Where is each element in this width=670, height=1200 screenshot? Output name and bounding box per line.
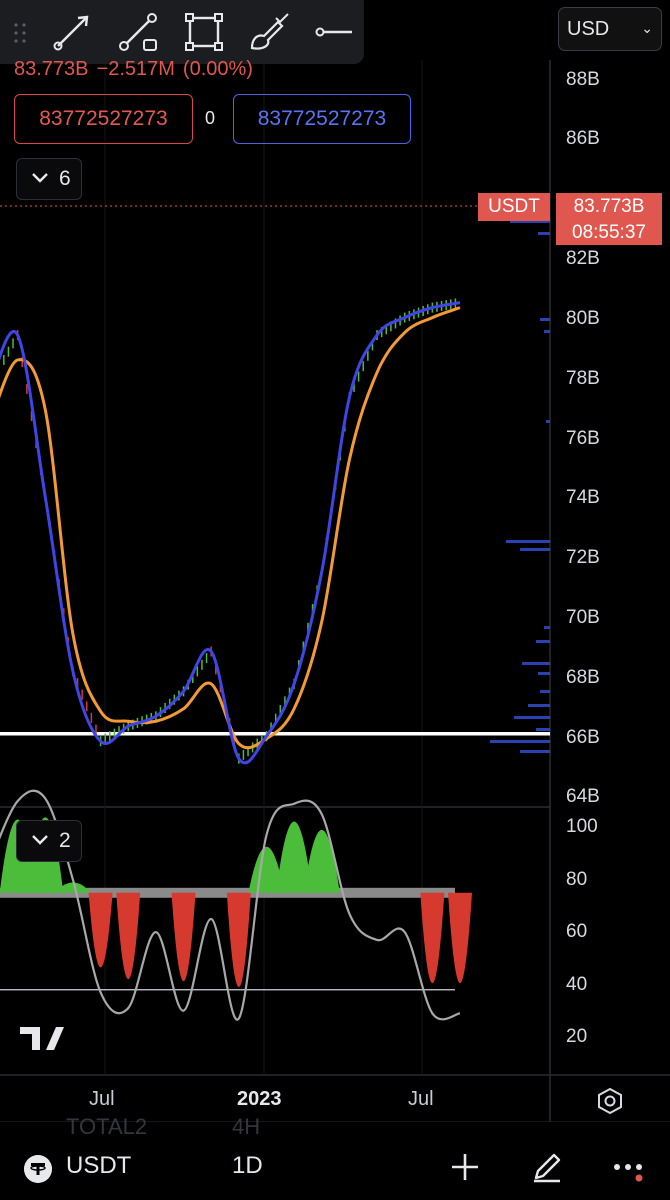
ohlc-readout: 83.773B −2.517M (0.00%)	[14, 58, 261, 81]
sub-indicators-count: 2	[59, 829, 71, 852]
volume-profile-bar	[520, 750, 550, 753]
oscillator-down-wave	[171, 892, 196, 982]
volume-profile-bar	[544, 626, 550, 629]
time-axis-label: Jul	[408, 1088, 434, 1110]
symbol-name[interactable]: USDT	[66, 1152, 131, 1180]
drag-grip-icon[interactable]	[12, 22, 28, 44]
price-axis-label: 68B	[566, 667, 600, 688]
ghost-interval: 4H	[232, 1114, 261, 1139]
value-input-right[interactable]: 83772527273	[233, 94, 411, 144]
chevron-down-icon	[32, 835, 48, 845]
price-axis-label: 80B	[566, 308, 600, 329]
price-axis-label: 82B	[566, 248, 600, 269]
volume-profile-bar	[538, 672, 550, 675]
price-axis-label: 88B	[566, 69, 600, 90]
volume-profile-bar	[540, 690, 550, 693]
volume-profile-bar	[490, 740, 550, 743]
time-axis-label: Jul	[89, 1088, 115, 1110]
volume-profile-bar	[536, 728, 550, 731]
oscillator-axis-label: 80	[566, 869, 588, 890]
plus-icon[interactable]	[448, 1150, 482, 1184]
symbol-price-tag: USDT	[478, 193, 550, 221]
brush-icon[interactable]	[246, 10, 290, 54]
oscillator-axis-label: 20	[566, 1026, 588, 1047]
interval-button[interactable]: 1D	[232, 1152, 263, 1180]
chart-canvas[interactable]	[0, 0, 670, 1200]
price-axis-label: 86B	[566, 128, 600, 149]
volume-profile-bar	[538, 232, 550, 235]
pencil-icon[interactable]	[530, 1150, 564, 1184]
volume-profile-bar	[514, 716, 550, 719]
chevron-down-icon: ⌄	[641, 20, 653, 36]
drawing-toolbar	[0, 0, 364, 64]
oscillator-down-wave	[448, 892, 472, 984]
volume-profile-bar	[520, 548, 550, 551]
more-icon[interactable]	[612, 1150, 646, 1184]
currency-label: USD	[567, 18, 610, 40]
volume-profile-bar	[536, 640, 550, 643]
oscillator-down-wave	[116, 892, 141, 980]
tradingview-logo-icon	[20, 1027, 64, 1050]
price-axis-label: 74B	[566, 487, 600, 508]
price-axis-label: 76B	[566, 428, 600, 449]
oscillator-axis-label: 60	[566, 921, 588, 942]
price-axis-label: 72B	[566, 547, 600, 568]
last-price-value: 83.773B	[573, 196, 645, 217]
volume-profile-bar	[544, 330, 550, 333]
volume-profile-bar	[540, 318, 550, 321]
value-input-left[interactable]: 83772527273	[14, 94, 193, 144]
volume-profile-bar	[528, 704, 550, 707]
volume-profile-bar	[506, 540, 550, 543]
middle-value: 0	[205, 108, 216, 128]
price-axis-label: 64B	[566, 786, 600, 807]
main-indicators-count: 6	[59, 167, 71, 190]
main-indicators-toggle[interactable]: 6	[16, 158, 82, 200]
rectangle-icon[interactable]	[182, 10, 226, 54]
ghost-symbol: TOTAL2	[66, 1114, 148, 1139]
horizontal-line-icon[interactable]	[312, 10, 356, 54]
price-axis-label: 78B	[566, 368, 600, 389]
trend-line-icon[interactable]	[50, 10, 94, 54]
ohlc-change: −2.517M	[96, 58, 175, 80]
price-axis-label: 70B	[566, 607, 600, 628]
fast-ma-line	[0, 301, 461, 765]
time-axis-label-year: 2023	[237, 1088, 282, 1110]
oscillator-down-wave	[88, 892, 113, 968]
volume-profile-bar	[522, 662, 550, 665]
volume-profile-bar	[546, 420, 550, 423]
sub-indicators-toggle[interactable]: 2	[16, 820, 82, 862]
oscillator-axis-label: 40	[566, 974, 588, 995]
oscillator-down-wave	[420, 892, 445, 984]
line-segment-icon[interactable]	[116, 10, 160, 54]
chevron-down-icon	[32, 173, 48, 183]
currency-select[interactable]: USD ⌄	[558, 7, 662, 51]
tether-logo-icon[interactable]	[24, 1155, 52, 1183]
ohlc-close: 83.773B	[14, 58, 89, 80]
oscillator-axis-label: 100	[566, 816, 598, 837]
bar-countdown: 08:55:37	[572, 222, 646, 243]
slow-ma-line	[0, 306, 461, 750]
settings-icon[interactable]	[596, 1087, 624, 1115]
ohlc-change-pct: (0.00%)	[182, 58, 253, 80]
price-axis-label: 66B	[566, 727, 600, 748]
last-price-label: 83.773B 08:55:37	[556, 193, 662, 245]
